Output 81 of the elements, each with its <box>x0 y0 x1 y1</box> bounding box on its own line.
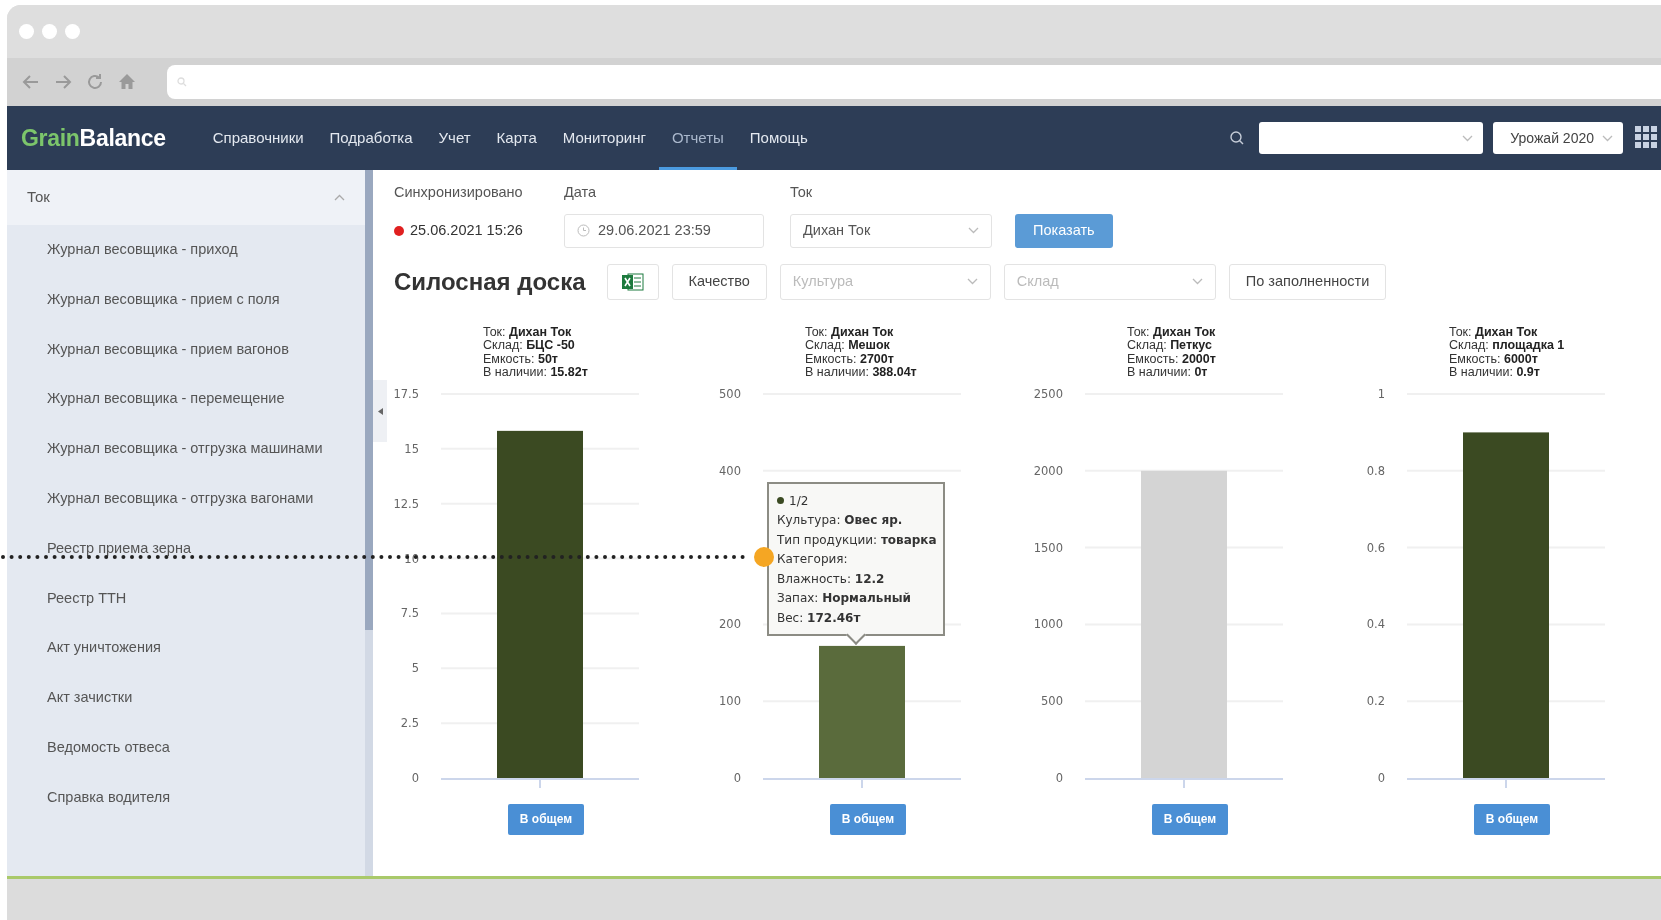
nav-menu-item[interactable]: Помощь <box>736 106 821 170</box>
axis-tick-label: 12.5 <box>393 496 419 511</box>
chart-info-line: Склад: площадка 1 <box>1449 339 1566 353</box>
chart-info-line: В наличии: 0.9т <box>1449 366 1541 380</box>
app-logo: GrainBalance <box>21 123 166 153</box>
axis-tick-label: 2000 <box>1033 463 1063 478</box>
axis-tick-label: 500 <box>719 386 741 401</box>
axis-tick-label: 1000 <box>1033 617 1063 632</box>
overall-button[interactable]: В общем <box>1152 803 1228 835</box>
tooltip-line: Влажность: 12.2 <box>777 570 886 588</box>
nav-menu-item[interactable]: Карта <box>483 106 550 170</box>
tooltip-counter: 1/2 <box>789 493 809 508</box>
field-label: Ток <box>790 183 814 202</box>
axis-tick-label: 500 <box>1041 693 1063 708</box>
chart-info-line: Емкость: 2700т <box>805 352 895 367</box>
chart-info-line: Склад: Мешок <box>805 339 891 353</box>
axis-tick-label: 0 <box>1055 770 1063 785</box>
sidebar-item[interactable]: Реестр приема зерна <box>7 523 365 574</box>
axis-tick-label: 1 <box>1377 386 1385 401</box>
chart-info-line: В наличии: 388.04т <box>805 366 918 380</box>
axis-tick-label: 7.5 <box>400 606 419 621</box>
chart-info-line: Склад: Петкус <box>1127 339 1213 353</box>
axis-tick-label: 5 <box>411 661 419 676</box>
sidebar-item[interactable]: Журнал весовщика - прием вагонов <box>7 324 365 375</box>
axis-tick-label: 2.5 <box>400 715 419 730</box>
board-title: Силосная доска <box>394 266 586 297</box>
chart-info-line: Ток: Дихан Ток <box>483 325 573 340</box>
sidebar-item[interactable]: Акт зачистки <box>7 673 365 723</box>
sync-timestamp: 25.06.2021 15:26 <box>410 220 523 240</box>
chart-info-line: Ток: Дихан Ток <box>1449 325 1539 340</box>
overall-button[interactable]: В общем <box>830 803 906 835</box>
tooltip-line: Культура: Овес яр. <box>777 512 904 530</box>
tooltip-line: Запах: Нормальный <box>777 590 912 608</box>
sidebar-item[interactable]: Журнал весовщика - отгрузка вагонами <box>7 474 365 524</box>
sidebar-item[interactable]: Журнал весовщика - прием с поля <box>7 274 365 325</box>
fill-sort-button[interactable]: По заполненности <box>1228 263 1387 300</box>
tok-select[interactable]: Дихан Ток <box>790 213 992 248</box>
axis-tick-label: 0 <box>411 770 419 785</box>
axis-tick-label: 1500 <box>1033 540 1063 555</box>
date-field[interactable]: 29.06.2021 23:59 <box>564 213 764 248</box>
overall-button[interactable]: В общем <box>1474 803 1550 835</box>
nav-menu-item[interactable]: Мониторинг <box>549 106 659 170</box>
tooltip-line: Тип продукции: товарка <box>777 531 935 549</box>
overall-button[interactable]: В общем <box>508 803 584 835</box>
axis-tick-label: 17.5 <box>393 386 419 401</box>
axis-tick-label: 0 <box>733 770 741 785</box>
tooltip-line: Категория: <box>777 551 849 569</box>
sidebar-item[interactable]: Реестр ТТН <box>7 573 365 624</box>
axis-tick-label: 0.4 <box>1366 617 1385 632</box>
axis-tick-label: 400 <box>719 463 741 478</box>
axis-tick-label: 2500 <box>1033 386 1063 401</box>
axis-tick-label: 15 <box>404 441 419 456</box>
sidebar-item[interactable]: Журнал весовщика - приход <box>7 225 365 275</box>
axis-tick-label: 0.6 <box>1366 540 1385 555</box>
sidebar-item[interactable]: Журнал весовщика - отгрузка машинами <box>7 424 365 474</box>
axis-tick-label: 200 <box>719 617 741 632</box>
field-label: Синхронизировано <box>394 183 524 202</box>
chart-info-line: Ток: Дихан Ток <box>805 325 895 340</box>
axis-tick-label: 100 <box>719 693 741 708</box>
quality-button[interactable]: Качество <box>671 263 767 300</box>
sidebar-item[interactable]: Ведомость отвеса <box>7 722 365 773</box>
nav-menu-item[interactable]: Подработка <box>316 106 426 170</box>
nav-menu-item[interactable]: Учет <box>425 106 484 170</box>
sidebar-item[interactable]: Акт уничтожения <box>7 623 365 674</box>
chart-info-line: Емкость: 2000т <box>1127 352 1217 367</box>
axis-tick-label: 0 <box>1377 770 1385 785</box>
tooltip-line: Вес: 172.46т <box>777 609 862 627</box>
season-select[interactable]: Урожай 2020 <box>1493 122 1623 154</box>
chart-info-line: Склад: БЦС -50 <box>483 339 576 353</box>
chart-info-line: В наличии: 15.82т <box>483 366 589 380</box>
chart-info-line: Емкость: 6000т <box>1449 352 1538 367</box>
axis-tick-label: 0.8 <box>1366 463 1385 478</box>
sidebar-item[interactable]: Журнал весовщика - перемещение <box>7 374 365 425</box>
field-label: Дата <box>564 183 598 202</box>
sidebar-item[interactable]: Справка водителя <box>7 772 365 823</box>
chart-info-line: Емкость: 50т <box>483 352 559 367</box>
sidebar-group-header[interactable]: Ток <box>7 170 365 225</box>
chart-info-line: В наличии: 0т <box>1127 366 1209 380</box>
axis-tick-label: 0.2 <box>1366 693 1385 708</box>
nav-menu-item[interactable]: Справочники <box>199 106 317 170</box>
chart-info-line: Ток: Дихан Ток <box>1127 325 1217 340</box>
